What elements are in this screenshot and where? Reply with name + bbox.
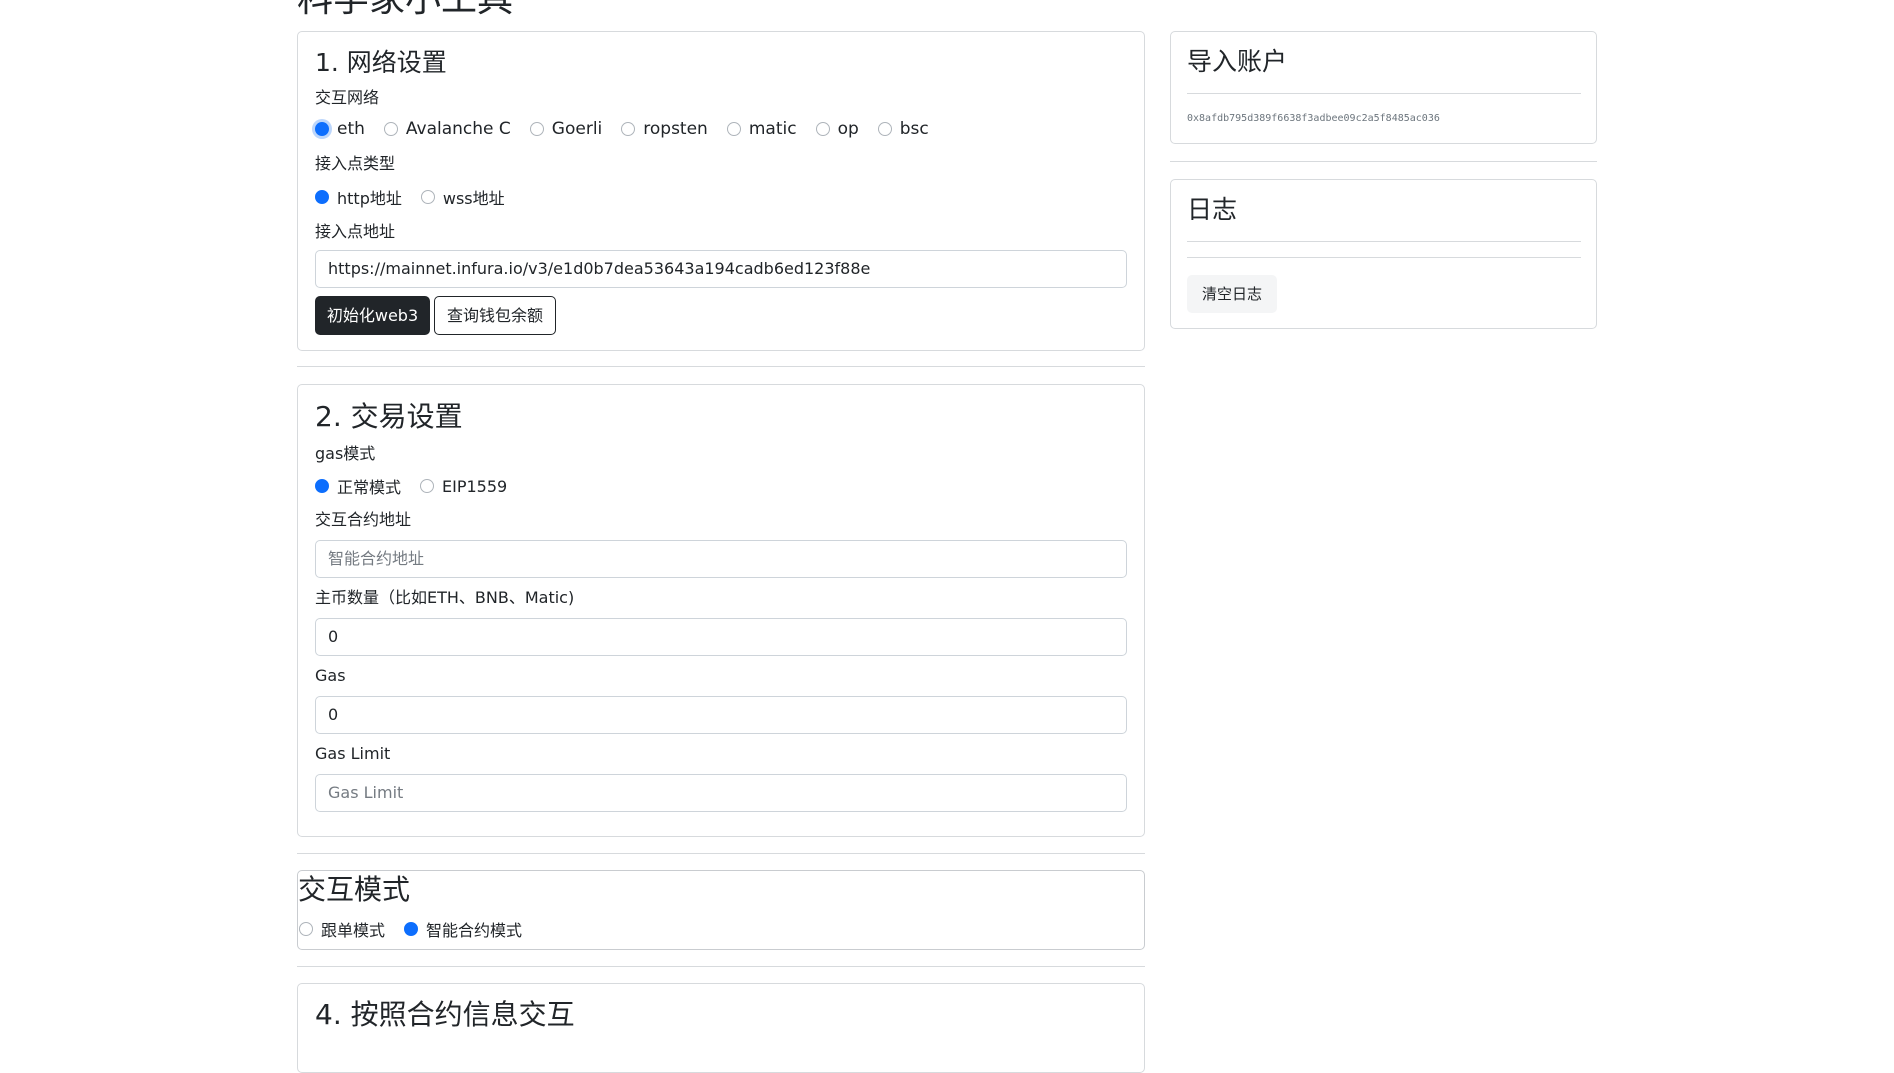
card-divider [1187, 241, 1581, 242]
radio-gas-normal[interactable]: 正常模式 [315, 474, 401, 498]
radio-network-goerli[interactable]: Goerli [529, 119, 602, 139]
radio-network-eth[interactable]: eth [315, 119, 365, 139]
radio-endpoint-wss[interactable]: wss地址 [420, 185, 505, 209]
trade-settings-title: 2. 交易设置 [315, 400, 463, 433]
radio-indicator[interactable] [815, 122, 830, 136]
interaction-mode-card: 交互模式 跟单模式 智能合约模式 [297, 870, 1145, 950]
radio-gas-eip1559[interactable]: EIP1559 [420, 477, 507, 496]
radio-indicator[interactable] [315, 190, 329, 204]
import-account-card: 导入账户 0x8afdb795d389f6638f3adbee09c2a5f84… [1170, 31, 1597, 144]
network-label: 交互网络 [315, 88, 380, 107]
contract-interaction-title: 4. 按照合约信息交互 [315, 998, 575, 1031]
radio-network-ropsten[interactable]: ropsten [621, 119, 708, 139]
radio-indicator[interactable] [529, 122, 544, 136]
query-balance-button[interactable]: 查询钱包余额 [434, 296, 556, 335]
endpoint-label: 接入点地址 [315, 222, 396, 241]
endpoint-type-label: 接入点类型 [315, 154, 396, 173]
radio-mode-follow[interactable]: 跟单模式 [299, 917, 385, 941]
radio-indicator[interactable] [383, 122, 398, 136]
radio-indicator[interactable] [726, 122, 741, 136]
account-address: 0x8afdb795d389f6638f3adbee09c2a5f8485ac0… [1187, 113, 1440, 124]
radio-mode-contract[interactable]: 智能合约模式 [404, 917, 522, 941]
radio-indicator[interactable] [420, 479, 435, 493]
log-title: 日志 [1187, 195, 1238, 224]
gas-label: Gas [315, 666, 346, 685]
import-account-title: 导入账户 [1187, 47, 1288, 76]
init-web3-button[interactable]: 初始化web3 [315, 296, 430, 335]
contract-address-input[interactable]: 智能合约地址 [315, 540, 1127, 578]
radio-network-bsc[interactable]: bsc [877, 119, 929, 139]
clear-log-button[interactable]: 清空日志 [1187, 275, 1277, 313]
trade-settings-card: 2. 交易设置 gas模式 正常模式 EIP1559 交互合约地址 智能合约地址… [297, 384, 1145, 837]
amount-label: 主币数量（比如ETH、BNB、Matic) [315, 588, 575, 607]
section-divider [297, 366, 1145, 367]
radio-indicator[interactable] [621, 122, 636, 136]
radio-network-avalanche[interactable]: Avalanche C [383, 119, 511, 139]
section-divider [297, 853, 1145, 854]
radio-indicator[interactable] [420, 190, 435, 204]
contract-address-label: 交互合约地址 [315, 510, 412, 529]
radio-indicator[interactable] [315, 479, 329, 493]
log-card: 日志 清空日志 [1170, 179, 1597, 329]
contract-interaction-card: 4. 按照合约信息交互 [297, 983, 1145, 1073]
endpoint-url-input[interactable]: https://mainnet.infura.io/v3/e1d0b7dea53… [315, 250, 1127, 288]
interaction-mode-radio-group: 跟单模式 智能合约模式 [299, 917, 541, 941]
gas-limit-label: Gas Limit [315, 744, 391, 763]
radio-network-matic[interactable]: matic [726, 119, 797, 139]
card-divider [1187, 93, 1581, 94]
endpoint-type-radio-group: http地址 wss地址 [315, 185, 524, 209]
gas-mode-radio-group: 正常模式 EIP1559 [315, 474, 526, 498]
radio-indicator[interactable] [877, 122, 892, 136]
network-settings-card: 1. 网络设置 交互网络 eth Avalanche C Goerli rops… [297, 31, 1145, 351]
section-divider [297, 966, 1145, 967]
radio-network-op[interactable]: op [815, 119, 859, 139]
amount-input[interactable]: 0 [315, 618, 1127, 656]
section-divider [1170, 161, 1597, 162]
gas-input[interactable]: 0 [315, 696, 1127, 734]
radio-indicator[interactable] [315, 122, 329, 136]
gas-mode-label: gas模式 [315, 444, 376, 463]
gas-limit-input[interactable]: Gas Limit [315, 774, 1127, 812]
network-radio-group: eth Avalanche C Goerli ropsten matic op … [315, 119, 948, 139]
radio-endpoint-http[interactable]: http地址 [315, 185, 402, 209]
page-title: 科学家小工具 [297, 0, 513, 22]
radio-indicator[interactable] [404, 922, 419, 936]
interaction-mode-title: 交互模式 [298, 873, 411, 906]
card-divider [1187, 257, 1581, 258]
radio-indicator[interactable] [299, 922, 313, 936]
network-settings-title: 1. 网络设置 [315, 48, 447, 77]
